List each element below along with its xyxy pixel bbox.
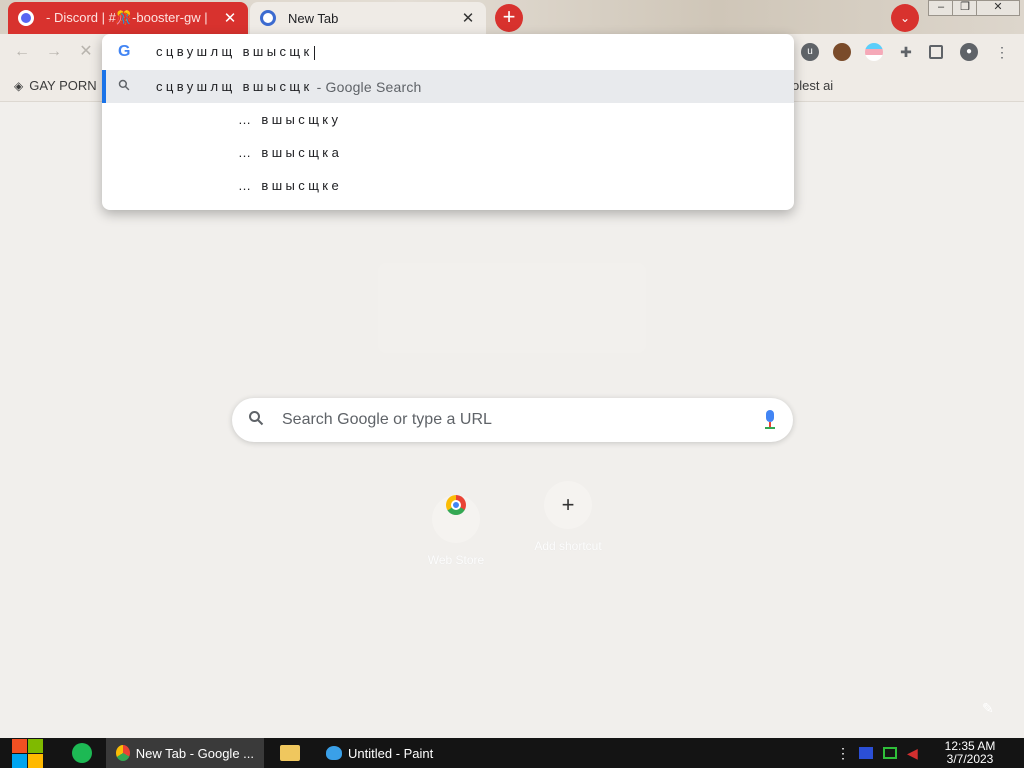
google-logo: [378, 263, 646, 353]
shortcut-add[interactable]: + Add shortcut: [528, 481, 608, 553]
bookmark-cube-icon: ◈: [14, 79, 24, 93]
chrome-web-store-icon: [432, 495, 480, 543]
puzzle-extensions-icon[interactable]: ✚: [897, 43, 915, 61]
new-tab-button[interactable]: +: [495, 4, 523, 32]
taskbar-chrome-button[interactable]: New Tab - Google ...: [106, 738, 264, 768]
omnibox-typed-text: сцвушлщ вшысщк: [156, 44, 315, 60]
browser-titlebar: - Discord | #🎊-booster-gw | ✕ New Tab ✕ …: [0, 0, 1024, 34]
shortcut-web-store[interactable]: Web Store: [416, 481, 496, 567]
suggestion-row[interactable]: … вшысщке: [102, 169, 794, 202]
suggestion-text: … вшысщке: [238, 178, 343, 193]
search-icon: [118, 79, 134, 94]
suggestion-text: … вшысщку: [238, 112, 342, 127]
suggestion-row[interactable]: … вшысщка: [102, 136, 794, 169]
action-center-flag-icon[interactable]: [859, 747, 873, 759]
search-icon: [248, 410, 268, 431]
spotify-icon[interactable]: [72, 743, 92, 763]
tab-close-icon[interactable]: ✕: [460, 9, 476, 27]
tab-search-button[interactable]: ⌄: [891, 4, 919, 32]
forward-arrow-icon[interactable]: →: [44, 42, 64, 62]
stop-loading-icon[interactable]: ✕: [76, 42, 96, 62]
file-explorer-icon[interactable]: [280, 745, 300, 761]
kebab-menu-icon[interactable]: ⋮: [993, 43, 1011, 61]
avatar-extension-icon[interactable]: [833, 43, 851, 61]
customize-pencil-icon[interactable]: ✎: [982, 700, 994, 717]
start-button[interactable]: [10, 738, 44, 768]
tab-close-icon[interactable]: ✕: [222, 9, 238, 27]
ntp-search-box[interactable]: [232, 398, 793, 442]
suggestion-row[interactable]: … вшысщку: [102, 103, 794, 136]
tab-title: New Tab: [288, 10, 339, 26]
tray-overflow-icon[interactable]: ⋮: [836, 745, 852, 761]
maximize-button[interactable]: ❐: [952, 0, 978, 16]
suggestion-suffix: - Google Search: [316, 78, 422, 95]
chrome-favicon-icon: [260, 10, 276, 26]
volume-muted-icon[interactable]: ◀: [907, 745, 923, 761]
ublock-extension-icon[interactable]: u: [801, 43, 819, 61]
windows-taskbar: New Tab - Google ... Untitled - Paint ⋮ …: [0, 738, 1024, 768]
shortcut-label: Add shortcut: [534, 539, 602, 553]
paint-icon: [326, 746, 342, 760]
omnibox-dropdown: G сцвушлщ вшысщк сцвушлщ вшысщк - Google…: [102, 34, 794, 210]
profile-icon[interactable]: ●: [960, 43, 978, 61]
microphone-icon[interactable]: [763, 410, 777, 430]
taskbar-paint-button[interactable]: Untitled - Paint: [316, 738, 472, 768]
suggestion-text: … вшысщка: [238, 145, 343, 160]
tab-new-tab[interactable]: New Tab ✕: [250, 2, 486, 34]
minimize-button[interactable]: ‒: [928, 0, 954, 16]
plus-icon: +: [544, 481, 592, 529]
chrome-icon: [116, 745, 130, 761]
tab-title: - Discord | #🎊-booster-gw |: [46, 10, 208, 25]
tab-discord[interactable]: - Discord | #🎊-booster-gw | ✕: [8, 2, 248, 34]
close-window-button[interactable]: ✕: [976, 0, 1020, 16]
suggestion-row[interactable]: сцвушлщ вшысщк - Google Search: [102, 70, 794, 103]
omnibox-input[interactable]: G сцвушлщ вшысщк: [102, 34, 794, 70]
back-arrow-icon[interactable]: ←: [12, 42, 32, 62]
clock-date: 3/7/2023: [946, 752, 994, 766]
network-icon[interactable]: [883, 747, 897, 759]
ntp-search-input[interactable]: [282, 411, 763, 429]
taskbar-clock[interactable]: 12:35 AM 3/7/2023: [930, 740, 1010, 766]
side-panel-icon[interactable]: [929, 45, 943, 59]
discord-favicon-icon: [18, 10, 34, 26]
shortcut-label: Web Store: [427, 553, 485, 567]
bookmark-item[interactable]: olest ai: [792, 78, 833, 93]
bookmark-item[interactable]: ◈ GAY PORN: [14, 78, 97, 93]
text-caret: [313, 45, 315, 60]
flag-extension-icon[interactable]: [865, 43, 883, 61]
google-g-icon: G: [118, 43, 131, 60]
suggestion-text: сцвушлщ вшысщк: [156, 79, 313, 94]
